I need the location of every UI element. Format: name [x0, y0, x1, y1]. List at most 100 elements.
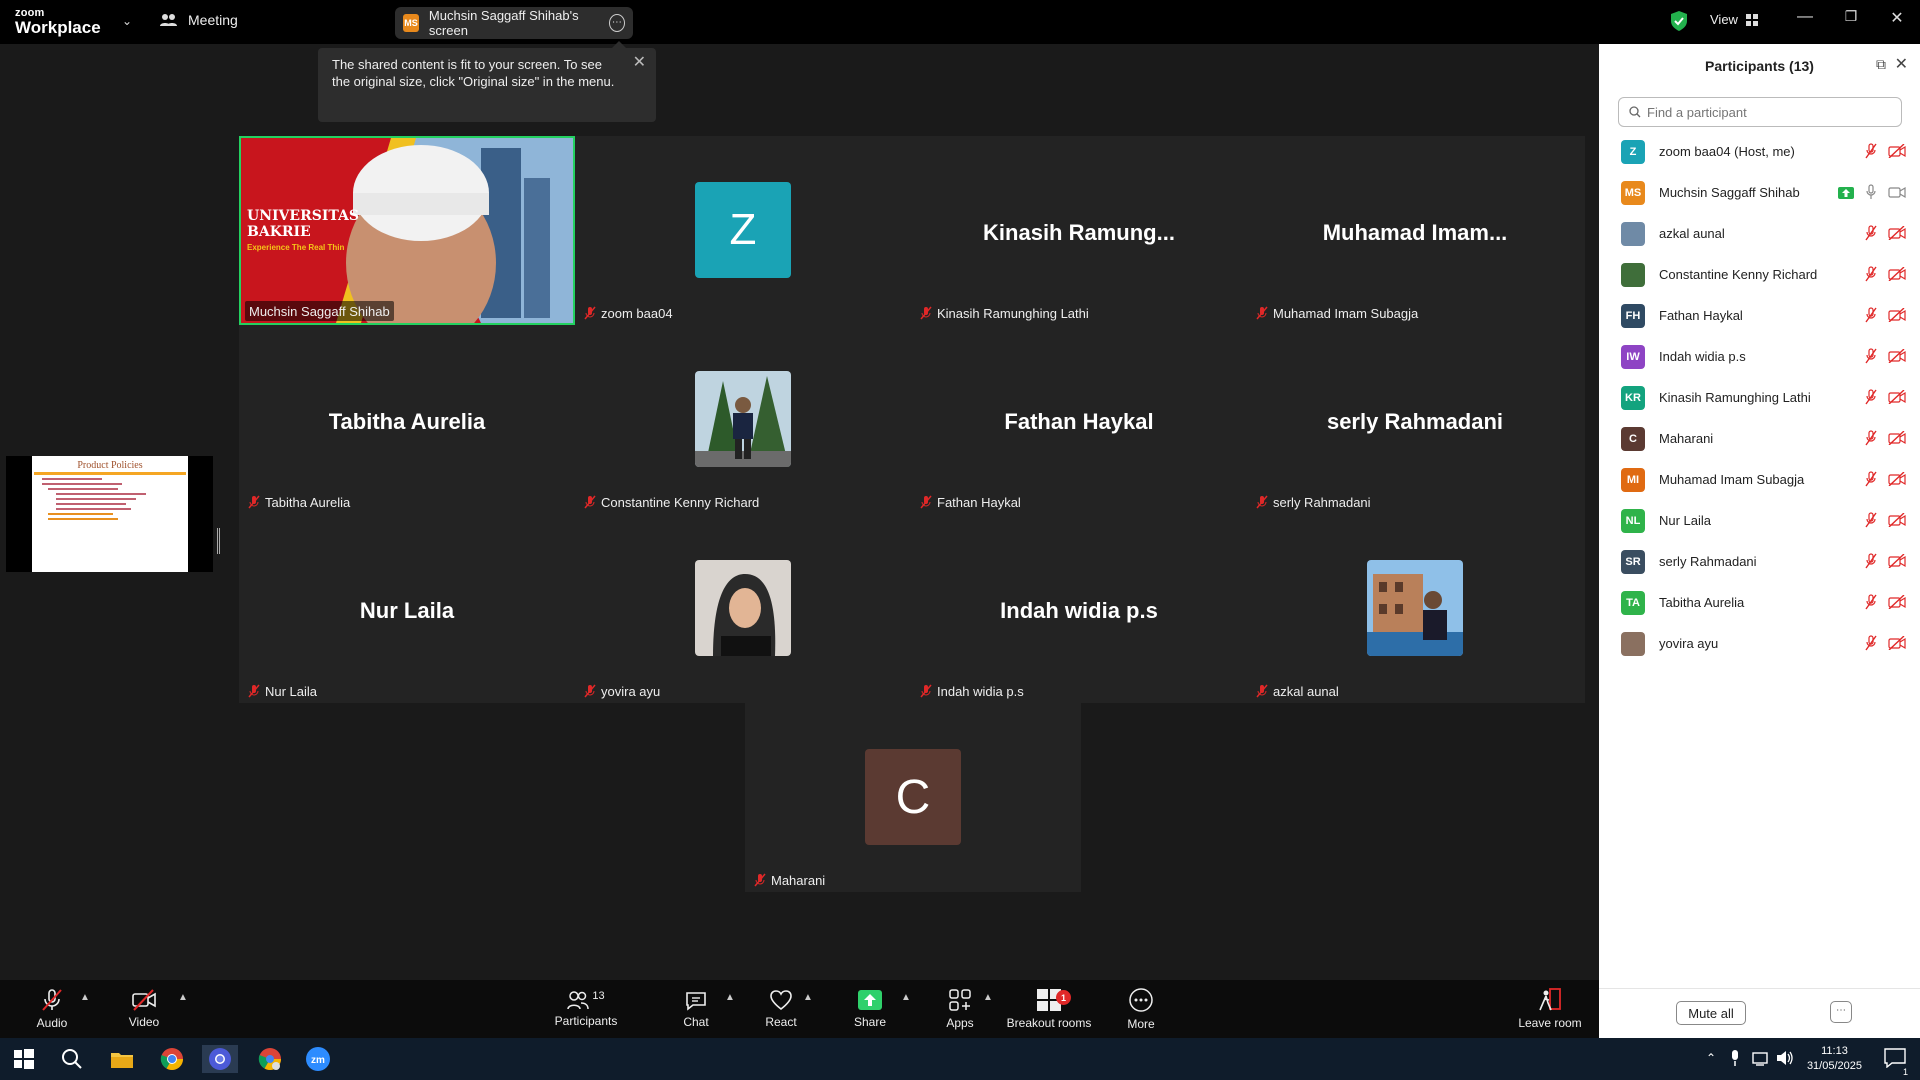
chrome-window-icon[interactable]: [256, 1045, 284, 1073]
mute-all-button[interactable]: Mute all: [1676, 1001, 1746, 1025]
zoom-logo: zoom Workplace: [15, 8, 101, 37]
chat-options-caret[interactable]: ▲: [725, 992, 735, 1003]
muted-mic-icon: [1864, 348, 1878, 369]
apps-label: Apps: [946, 1016, 974, 1030]
chrome-icon[interactable]: [158, 1045, 186, 1073]
leave-room-button[interactable]: Leave room: [1516, 980, 1584, 1038]
participants-button[interactable]: 13 Participants: [548, 980, 624, 1038]
close-icon[interactable]: ✕: [1882, 8, 1912, 28]
video-tile-active-speaker[interactable]: UNIVERSITAS BAKRIE Experience The Real T…: [239, 136, 575, 325]
more-options-icon[interactable]: ⋯: [608, 14, 625, 32]
participant-search-input[interactable]: [1647, 104, 1887, 120]
participant-row[interactable]: Constantine Kenny Richard: [1599, 254, 1920, 295]
breakout-rooms-button[interactable]: Breakout rooms: [1004, 980, 1094, 1038]
participant-row[interactable]: yovira ayu: [1599, 623, 1920, 664]
thumbnail-resize-handle[interactable]: [217, 528, 220, 554]
file-explorer-icon[interactable]: [108, 1045, 136, 1073]
participant-row[interactable]: KR Kinasih Ramunghing Lathi: [1599, 377, 1920, 418]
participant-name-label: Tabitha Aurelia: [243, 492, 354, 512]
camera-off-icon: [1888, 307, 1906, 327]
video-tile[interactable]: Constantine Kenny Richard: [575, 325, 911, 514]
participant-name-label: serly Rahmadani: [1251, 492, 1375, 512]
chevron-down-icon[interactable]: ⌄: [122, 14, 132, 28]
maximize-icon[interactable]: ❐: [1836, 8, 1866, 25]
system-clock[interactable]: 11:13 31/05/2025: [1807, 1044, 1862, 1074]
participant-row[interactable]: Zzoom baa04 (Host, me): [1599, 131, 1920, 172]
video-tile[interactable]: C Maharani: [745, 703, 1081, 892]
participants-count: 13: [592, 990, 605, 1002]
participant-row[interactable]: NL Nur Laila: [1599, 500, 1920, 541]
participant-search[interactable]: [1618, 97, 1902, 127]
participant-name: azkal aunal: [1659, 226, 1725, 241]
participant-name: yovira ayu: [601, 683, 661, 699]
participant-name: Tabitha Aurelia: [1659, 595, 1745, 610]
camera-off-icon: [1888, 266, 1906, 286]
video-tile[interactable]: Fathan Haykal Fathan Haykal: [911, 325, 1247, 514]
video-tile[interactable]: Z zoom baa04: [575, 136, 911, 325]
meeting-menu[interactable]: Meeting: [160, 12, 238, 28]
notification-center-icon[interactable]: 1: [1884, 1048, 1908, 1077]
react-options-caret[interactable]: ▲: [803, 992, 813, 1003]
participant-row[interactable]: FH Fathan Haykal: [1599, 295, 1920, 336]
avatar-letter: C: [895, 770, 931, 824]
shield-check-icon[interactable]: [1670, 10, 1688, 32]
participant-status-icons: [1864, 635, 1906, 656]
view-button[interactable]: View: [1710, 12, 1758, 27]
minimize-icon[interactable]: —: [1790, 8, 1820, 26]
share-button[interactable]: Share: [850, 980, 890, 1038]
participant-row[interactable]: MS Muchsin Saggaff Shihab: [1599, 172, 1920, 213]
participant-avatar: NL: [1621, 508, 1645, 533]
react-button[interactable]: React: [763, 980, 799, 1038]
video-tile[interactable]: Muhamad Imam... Muhamad Imam Subagja: [1247, 136, 1583, 325]
chat-button[interactable]: Chat: [678, 980, 714, 1038]
audio-button[interactable]: Audio: [30, 980, 74, 1038]
participant-display-name: Fathan Haykal: [1004, 409, 1154, 434]
zoom-taskbar-icon[interactable]: zm: [304, 1045, 332, 1073]
apps-options-caret[interactable]: ▲: [983, 992, 993, 1003]
tray-chevron-icon[interactable]: ⌃: [1706, 1051, 1716, 1065]
participant-row[interactable]: SR serly Rahmadani: [1599, 541, 1920, 582]
share-options-caret[interactable]: ▲: [901, 992, 911, 1003]
logo-line2: Workplace: [15, 18, 101, 37]
shared-screen-thumbnail[interactable]: Product Policies: [6, 456, 213, 572]
search-icon[interactable]: [58, 1045, 86, 1073]
participant-row[interactable]: azkal aunal: [1599, 213, 1920, 254]
windows-start-icon[interactable]: [10, 1045, 38, 1073]
panel-more-icon[interactable]: ⋯: [1830, 1001, 1852, 1023]
slide-line: [42, 478, 102, 480]
video-tile[interactable]: yovira ayu: [575, 514, 911, 703]
volume-icon[interactable]: [1776, 1050, 1794, 1066]
popout-icon[interactable]: ⧉: [1876, 56, 1886, 73]
panel-close-icon[interactable]: ✕: [1895, 54, 1908, 74]
video-tile[interactable]: Tabitha Aurelia Tabitha Aurelia: [239, 325, 575, 514]
video-options-caret[interactable]: ▲: [178, 992, 188, 1003]
muted-mic-icon: [1864, 430, 1878, 451]
video-tile[interactable]: azkal aunal: [1247, 514, 1583, 703]
video-tile[interactable]: Nur Laila Nur Laila: [239, 514, 575, 703]
network-icon[interactable]: [1752, 1050, 1770, 1066]
tooltip-arrow: [612, 41, 626, 48]
muted-mic-icon: [1864, 594, 1878, 615]
video-tile[interactable]: Indah widia p.s Indah widia p.s: [911, 514, 1247, 703]
video-button[interactable]: Video: [122, 980, 166, 1038]
tray-mic-icon[interactable]: [1730, 1050, 1740, 1066]
muted-mic-icon: [1864, 266, 1878, 287]
video-tile[interactable]: Kinasih Ramung... Kinasih Ramunghing Lat…: [911, 136, 1247, 325]
video-tile[interactable]: serly Rahmadani serly Rahmadani: [1247, 325, 1583, 514]
chrome-profile-icon[interactable]: [202, 1045, 238, 1073]
participant-name: Tabitha Aurelia: [265, 494, 351, 510]
participant-row[interactable]: TA Tabitha Aurelia: [1599, 582, 1920, 623]
participant-row[interactable]: MI Muhamad Imam Subagja: [1599, 459, 1920, 500]
audio-options-caret[interactable]: ▲: [80, 992, 90, 1003]
camera-off-icon: [1888, 389, 1906, 409]
participant-row[interactable]: C Maharani: [1599, 418, 1920, 459]
apps-button[interactable]: Apps: [942, 980, 978, 1038]
tooltip-close-icon[interactable]: ✕: [633, 54, 646, 71]
participant-name: Nur Laila: [1659, 513, 1712, 528]
slide-line: [56, 498, 136, 500]
participant-avatar: Z: [695, 182, 791, 278]
participant-row[interactable]: IW Indah widia p.s: [1599, 336, 1920, 377]
more-button[interactable]: More: [1124, 980, 1158, 1038]
zoom-window: zoom Workplace ⌄ Meeting MS Muchsin Sagg…: [0, 0, 1920, 1080]
screen-share-indicator[interactable]: MS Muchsin Saggaff Shihab's screen ⋯: [395, 7, 633, 39]
